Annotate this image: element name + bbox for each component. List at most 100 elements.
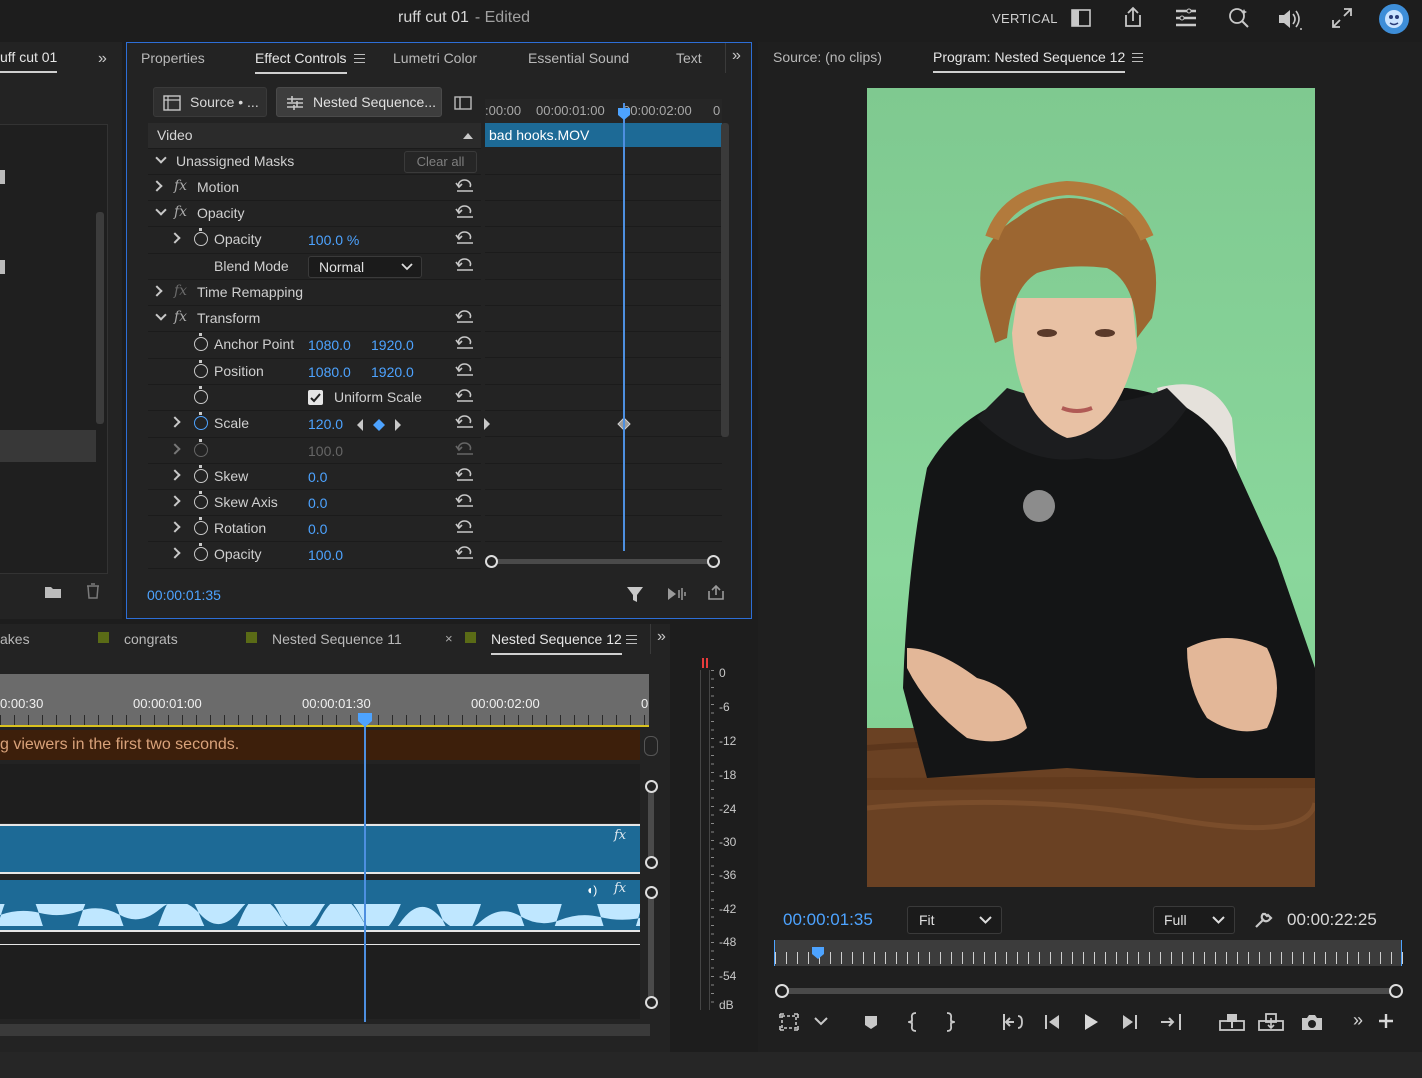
safe-margins-icon[interactable]	[779, 1013, 799, 1031]
tab-lumetri-color[interactable]: Lumetri Color	[393, 43, 477, 73]
chevron-right-icon[interactable]	[151, 285, 163, 297]
timeline-playhead[interactable]	[364, 716, 366, 1022]
close-tab-icon[interactable]: ×	[445, 631, 453, 646]
transform-opacity-value[interactable]: 100.0	[308, 547, 343, 563]
position-y-value[interactable]: 1920.0	[371, 364, 414, 380]
stopwatch-icon[interactable]	[194, 386, 208, 404]
ec-time-ruler[interactable]: :00:00 00:00:01:00 00:00:02:00 0	[485, 99, 722, 123]
add-keyframe-icon[interactable]	[373, 419, 385, 431]
zoom-handle-left[interactable]	[485, 555, 498, 568]
fx-icon[interactable]: fx	[174, 309, 187, 325]
tab-sequence-nested-12[interactable]: Nested Sequence 12	[491, 624, 622, 655]
program-scrubber[interactable]	[774, 940, 1403, 966]
video-section-header[interactable]: Video	[148, 123, 481, 149]
program-zoom-scrollbar[interactable]	[775, 984, 1403, 998]
reset-icon[interactable]	[454, 494, 474, 508]
sequence-clip-button[interactable]: Nested Sequence...	[276, 87, 442, 117]
stopwatch-icon[interactable]	[194, 517, 208, 535]
step-back-icon[interactable]	[1044, 1014, 1060, 1030]
reset-icon[interactable]	[454, 520, 474, 534]
chevron-down-icon[interactable]	[155, 309, 167, 321]
chevron-right-icon[interactable]	[169, 232, 181, 244]
fx-icon[interactable]: fx	[174, 204, 187, 220]
button-editor-plus-icon[interactable]	[1378, 1013, 1394, 1029]
chevron-right-icon[interactable]	[169, 495, 181, 507]
reset-icon[interactable]	[454, 468, 474, 482]
reset-icon[interactable]	[454, 363, 474, 377]
skew-row[interactable]: Skew 0.0	[148, 464, 481, 490]
reset-icon[interactable]	[454, 179, 474, 193]
panel-overflow-icon[interactable]: »	[98, 50, 107, 68]
scale-row[interactable]: Scale 120.0	[148, 411, 481, 438]
timeline-ruler[interactable]: 0:00:30 00:00:01:00 00:00:01:30 00:00:02…	[0, 674, 649, 727]
play-audio-icon[interactable]	[667, 587, 687, 601]
search-help-icon[interactable]	[1228, 7, 1250, 29]
stopwatch-icon[interactable]	[194, 465, 208, 483]
stopwatch-icon[interactable]	[194, 333, 208, 351]
opacity-value[interactable]: 100.0 %	[308, 232, 359, 248]
fullscreen-icon[interactable]	[1331, 7, 1353, 29]
reset-icon[interactable]	[454, 258, 474, 272]
panel-menu-icon[interactable]	[354, 54, 365, 63]
chevron-down-icon[interactable]	[155, 204, 167, 216]
ec-scrollbar[interactable]	[721, 123, 729, 437]
overwrite-icon[interactable]	[1258, 1012, 1284, 1032]
tab-effect-controls[interactable]: Effect Controls	[255, 43, 347, 74]
audio-clip[interactable]: ◖) fx	[0, 880, 640, 932]
transform-row[interactable]: fx Transform	[148, 306, 481, 332]
panel-menu-icon[interactable]	[1132, 53, 1143, 62]
anchor-point-row[interactable]: Anchor Point 1080.0 1920.0	[148, 332, 481, 359]
stopwatch-icon[interactable]	[194, 543, 208, 561]
reset-icon[interactable]	[454, 415, 474, 429]
tab-sequence-nested-11[interactable]: Nested Sequence 11	[272, 624, 402, 654]
tab-text[interactable]: Text	[676, 43, 702, 73]
quick-actions-icon[interactable]	[1175, 8, 1197, 28]
tab-sequence-takes[interactable]: akes	[0, 624, 30, 654]
stopwatch-icon[interactable]	[194, 360, 208, 378]
caption-clip[interactable]: g viewers in the first two seconds.	[0, 730, 640, 760]
chevron-down-icon[interactable]	[155, 152, 167, 164]
rotation-row[interactable]: Rotation 0.0	[148, 516, 481, 542]
trash-icon[interactable]	[86, 583, 100, 599]
chevron-down-icon[interactable]	[814, 1017, 828, 1027]
fx-badge-icon[interactable]: fx	[614, 881, 626, 896]
motion-row[interactable]: fx Motion	[148, 175, 481, 201]
go-to-out-icon[interactable]	[1160, 1013, 1182, 1031]
ec-playhead-handle[interactable]	[617, 107, 631, 121]
stopwatch-icon[interactable]	[194, 491, 208, 509]
tab-program-monitor[interactable]: Program: Nested Sequence 12	[933, 42, 1126, 73]
clip-indicator[interactable]	[702, 658, 708, 668]
step-forward-icon[interactable]	[1122, 1014, 1138, 1030]
wrench-settings-icon[interactable]	[1253, 910, 1273, 930]
reset-icon[interactable]	[454, 205, 474, 219]
chevron-right-icon[interactable]	[169, 521, 181, 533]
zoom-fit-select[interactable]: Fit	[907, 906, 1002, 934]
tab-source-monitor[interactable]: Source: (no clips)	[773, 42, 882, 72]
filter-icon[interactable]	[626, 585, 644, 603]
collapse-section-icon[interactable]	[463, 132, 473, 139]
stopwatch-icon[interactable]	[194, 228, 208, 246]
panel-overflow-icon[interactable]: »	[657, 628, 666, 646]
rotation-value[interactable]: 0.0	[308, 521, 327, 537]
opacity-group-row[interactable]: fx Opacity	[148, 201, 481, 227]
anchor-x-value[interactable]: 1080.0	[308, 337, 351, 353]
toggle-timeline-view-icon[interactable]	[454, 96, 472, 110]
reset-icon[interactable]	[454, 231, 474, 245]
user-avatar[interactable]	[1378, 3, 1410, 35]
work-area-bar[interactable]	[0, 725, 649, 727]
tab-essential-sound[interactable]: Essential Sound	[528, 43, 629, 73]
audio-gain-icon[interactable]: ◖)	[586, 883, 597, 897]
stopwatch-active-icon[interactable]	[194, 412, 208, 430]
audio-track-scrollbar[interactable]	[645, 886, 658, 1010]
bin-selected-item[interactable]	[0, 430, 96, 462]
fx-badge-icon[interactable]: fx	[614, 828, 626, 843]
ec-clip-bar[interactable]: bad hooks.MOV	[485, 123, 722, 147]
program-timecode[interactable]: 00:00:01:35	[783, 910, 873, 930]
zoom-handle-right[interactable]	[707, 555, 720, 568]
timeline-horizontal-scrollbar[interactable]	[0, 1024, 650, 1036]
reset-icon[interactable]	[454, 336, 474, 350]
uniform-scale-checkbox[interactable]	[308, 390, 323, 405]
chevron-right-icon[interactable]	[169, 416, 181, 428]
ec-playhead[interactable]	[623, 103, 625, 551]
ec-timecode[interactable]: 00:00:01:35	[147, 587, 221, 603]
